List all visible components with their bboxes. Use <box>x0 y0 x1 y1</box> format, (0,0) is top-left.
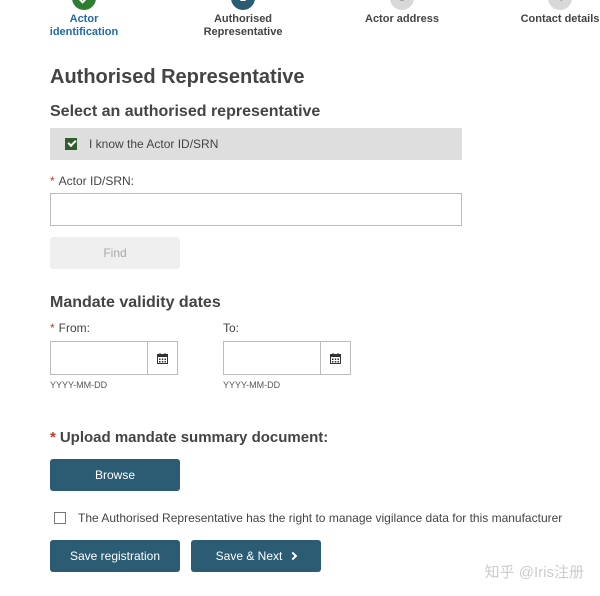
know-actor-id-label: I know the Actor ID/SRN <box>89 137 219 151</box>
vigilance-checkbox-label: The Authorised Representative has the ri… <box>78 511 563 525</box>
upload-mandate-heading: * Upload mandate summary document: <box>50 429 328 446</box>
chevron-right-icon <box>289 551 298 561</box>
required-asterisk: * <box>50 321 55 335</box>
from-date-label-text: From: <box>58 321 91 335</box>
select-representative-heading: Select an authorised representative <box>50 103 321 120</box>
browse-button[interactable]: Browse <box>50 459 180 491</box>
save-next-label: Save & Next <box>215 549 283 563</box>
from-date-label: * From: <box>50 321 90 335</box>
step-label: Actor identification <box>49 13 119 38</box>
progress-stepper: Actor identification 2 Authorised Repres… <box>0 0 600 44</box>
check-icon <box>78 0 90 4</box>
step-done-circle <box>72 0 96 10</box>
required-asterisk: * <box>50 429 56 446</box>
step-label: Contact details <box>520 13 600 25</box>
step-label: Actor address <box>365 13 439 25</box>
from-date-calendar-button[interactable] <box>147 342 177 374</box>
step-number: 4 <box>548 0 572 10</box>
to-date-input[interactable] <box>224 342 320 374</box>
calendar-icon <box>157 352 168 364</box>
to-date-calendar-button[interactable] <box>320 342 350 374</box>
find-button[interactable]: Find <box>50 237 180 269</box>
know-actor-id-checkbox-row[interactable]: I know the Actor ID/SRN <box>50 128 462 160</box>
actor-id-input[interactable] <box>50 193 462 226</box>
watermark: 知乎 @Iris注册 <box>484 564 584 581</box>
step-number: 2 <box>231 0 255 10</box>
actor-id-label: * Actor ID/SRN: <box>50 174 134 188</box>
from-date-input[interactable] <box>51 342 147 374</box>
vigilance-checkbox[interactable] <box>54 512 66 524</box>
upload-mandate-heading-text: Upload mandate summary document: <box>59 429 329 446</box>
step-label: Authorised Representative <box>203 13 283 38</box>
actor-id-label-text: Actor ID/SRN: <box>58 174 135 188</box>
required-asterisk: * <box>50 174 55 188</box>
to-date-format-hint: YYYY-MM-DD <box>223 380 281 390</box>
know-actor-id-checkbox[interactable] <box>65 138 77 150</box>
mandate-dates-heading: Mandate validity dates <box>50 294 221 311</box>
from-date-format-hint: YYYY-MM-DD <box>50 380 108 390</box>
step-number: 3 <box>390 0 414 10</box>
page-title: Authorised Representative <box>50 66 305 88</box>
to-date-field <box>223 341 351 375</box>
from-date-field <box>50 341 178 375</box>
to-date-label: To: <box>223 321 240 335</box>
save-registration-button[interactable]: Save registration <box>50 540 180 572</box>
save-next-button[interactable]: Save & Next <box>191 540 321 572</box>
calendar-icon <box>330 352 341 364</box>
vigilance-checkbox-row[interactable]: The Authorised Representative has the ri… <box>54 511 562 525</box>
